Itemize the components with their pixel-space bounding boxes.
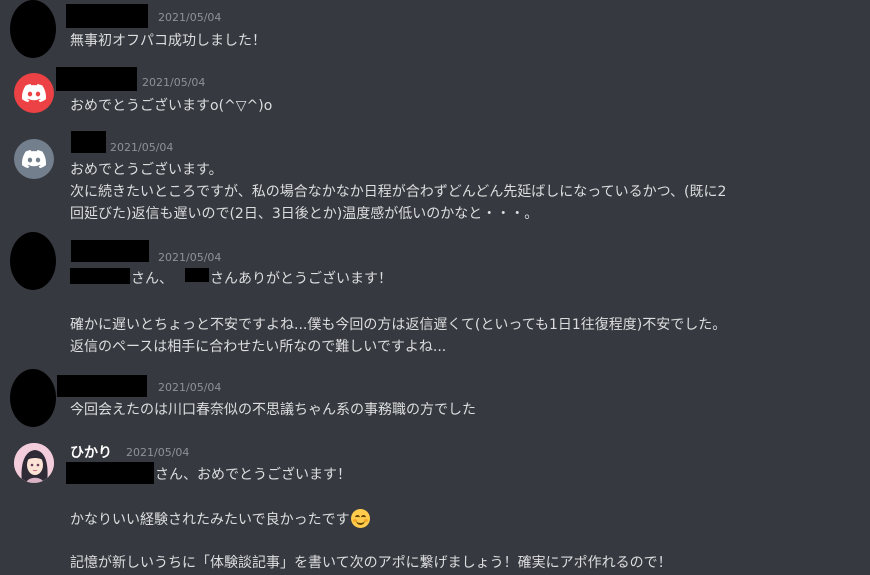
message-text: かなりいい経験されたみたいで良かったです — [70, 509, 370, 529]
discord-icon — [22, 150, 46, 168]
message-text: おめでとうございます。 — [70, 162, 223, 178]
message-text: さん、 — [131, 271, 173, 287]
message-text: さん、おめでとうございます！ — [155, 467, 351, 483]
username[interactable]: ひかり — [70, 442, 112, 462]
redacted-mention[interactable] — [66, 462, 154, 484]
avatar[interactable] — [14, 139, 54, 179]
avatar[interactable] — [14, 73, 54, 113]
message-text: 返信のペースは相手に合わせたい所なので難しいですよね... — [70, 339, 447, 355]
message-2: 2021/05/04 おめでとうございますo(^▽^)o — [0, 62, 870, 127]
message-text: さんありがとうございます！ — [210, 271, 392, 287]
message-text: 回延びた)返信も遅いので(2日、3日後とか)温度感が低いのかなと・・・。 — [70, 206, 539, 222]
anime-girl-avatar-icon — [14, 443, 54, 483]
message-6: ひかり 2021/05/04 さん、おめでとうございます！ かなりいい経験された… — [0, 432, 870, 575]
timestamp: 2021/05/04 — [126, 446, 190, 459]
timestamp: 2021/05/04 — [142, 76, 206, 89]
message-text: おめでとうございますo(^▽^)o — [70, 98, 273, 114]
timestamp: 2021/05/04 — [158, 381, 222, 394]
message-3: 2021/05/04 おめでとうございます。 次に続きたいところですが、私の場合… — [0, 127, 870, 230]
smiling-face-emoji-icon — [350, 509, 370, 528]
redacted-username[interactable] — [71, 131, 106, 153]
discord-icon — [22, 84, 46, 102]
message-text-span: かなりいい経験されたみたいで良かったです — [70, 512, 350, 528]
redacted-username[interactable] — [56, 67, 137, 91]
avatar[interactable] — [14, 443, 54, 483]
message-text: 今回会えたのは川口春奈似の不思議ちゃん系の事務職の方でした — [70, 402, 476, 418]
redacted-mention[interactable] — [185, 268, 209, 282]
timestamp: 2021/05/04 — [110, 141, 174, 154]
message-4: 2021/05/04 さん、 さんありがとうございます！ 確かに遅いとちょっと不… — [0, 230, 870, 365]
redacted-mention[interactable] — [70, 268, 130, 284]
avatar[interactable] — [10, 369, 56, 427]
timestamp: 2021/05/04 — [158, 11, 222, 24]
message-1: 2021/05/04 無事初オフパコ成功しました！ — [0, 0, 870, 62]
message-text: 確かに遅いとちょっと不安ですよね...僕も今回の方は返信遅くて(といっても1日1… — [70, 317, 727, 333]
redacted-username[interactable] — [66, 4, 148, 28]
message-5: 2021/05/04 今回会えたのは川口春奈似の不思議ちゃん系の事務職の方でした — [0, 365, 870, 432]
avatar[interactable] — [10, 0, 56, 58]
message-text: 次に続きたいところですが、私の場合なかなか日程が合わずどんどん先延ばしになってい… — [70, 184, 727, 200]
avatar[interactable] — [10, 232, 56, 290]
timestamp: 2021/05/04 — [158, 251, 222, 264]
message-text: 記憶が新しいうちに「体験談記事」を書いて次のアポに繋げましょう！確実にアポ作れる… — [70, 555, 672, 571]
redacted-username[interactable] — [57, 375, 147, 397]
message-text: 無事初オフパコ成功しました！ — [70, 33, 266, 49]
redacted-username[interactable] — [71, 240, 149, 262]
